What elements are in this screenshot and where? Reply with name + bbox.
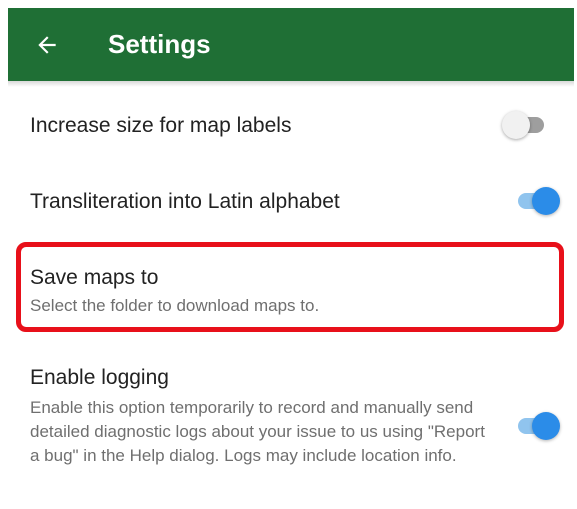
setting-row-map-label-size[interactable]: Increase size for map labels (8, 94, 574, 154)
setting-title: Increase size for map labels (30, 114, 292, 137)
switch-thumb (502, 111, 530, 139)
arrow-left-icon (38, 36, 56, 54)
transliteration-switch[interactable] (512, 186, 560, 216)
setting-title: Transliteration into Latin alphabet (30, 190, 340, 213)
app-bar-shadow (8, 81, 574, 87)
back-button[interactable] (28, 26, 66, 64)
setting-row-transliteration[interactable]: Transliteration into Latin alphabet (8, 170, 574, 230)
setting-row-enable-logging[interactable]: Enable logging Enable this option tempor… (8, 356, 574, 496)
settings-screen: Settings Increase size for map labels Tr… (8, 8, 574, 508)
setting-summary: Enable this option temporarily to record… (30, 398, 485, 465)
page-title: Settings (108, 29, 211, 59)
switch-thumb (532, 412, 560, 440)
map-label-size-switch[interactable] (502, 110, 550, 140)
highlight-box (16, 242, 564, 332)
app-bar: Settings (8, 8, 574, 81)
setting-title: Enable logging (30, 366, 169, 389)
switch-thumb (532, 187, 560, 215)
enable-logging-switch[interactable] (512, 411, 560, 441)
